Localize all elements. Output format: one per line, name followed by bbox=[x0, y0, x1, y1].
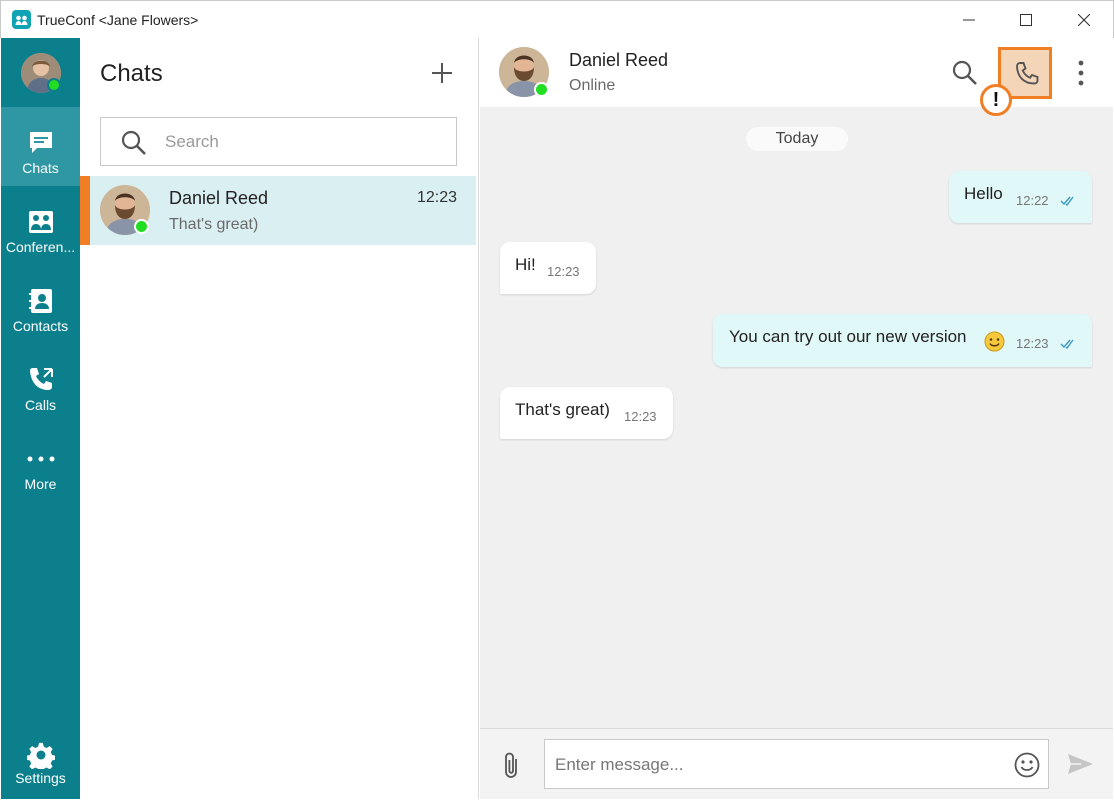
send-button[interactable] bbox=[1065, 749, 1095, 779]
message-composer bbox=[480, 728, 1113, 799]
message-input[interactable] bbox=[555, 753, 995, 777]
message-input-box[interactable] bbox=[544, 739, 1049, 789]
conversation-contact-name[interactable]: Daniel Reed bbox=[569, 50, 668, 71]
phone-calls-icon bbox=[27, 366, 55, 394]
selected-accent-bar bbox=[80, 176, 90, 245]
nav-item-contacts[interactable]: Contacts bbox=[1, 265, 80, 344]
message-time: 12:23 bbox=[624, 409, 657, 424]
message-bubble-incoming[interactable]: That's great) 12:23 bbox=[500, 387, 673, 439]
close-icon bbox=[1078, 14, 1090, 26]
more-options-button[interactable] bbox=[1074, 58, 1088, 88]
search-messages-button[interactable] bbox=[950, 58, 980, 88]
chat-list-item[interactable]: Daniel Reed 12:23 That's great) bbox=[80, 176, 476, 245]
message-text: You can try out our new version bbox=[729, 327, 967, 346]
message-bubble-incoming[interactable]: Hi! 12:23 bbox=[500, 242, 596, 294]
nav-item-calls[interactable]: Calls bbox=[1, 344, 80, 423]
search-icon bbox=[952, 60, 977, 85]
message-time: 12:23 bbox=[547, 264, 580, 279]
phone-icon bbox=[1016, 62, 1039, 85]
message-time: 12:22 bbox=[1016, 193, 1049, 208]
nav-item-label: Contacts bbox=[12, 318, 69, 334]
nav-item-more[interactable]: More bbox=[1, 423, 80, 502]
attach-file-button[interactable] bbox=[500, 751, 524, 781]
chat-list-title: Chats bbox=[100, 60, 163, 87]
nav-item-conferences[interactable]: Conferen... bbox=[1, 186, 80, 265]
smiley-icon bbox=[1014, 752, 1040, 778]
chat-list-panel: Chats Daniel Reed 12:23 That's great) bbox=[80, 38, 479, 799]
trueconf-logo-icon bbox=[12, 10, 31, 29]
user-online-indicator bbox=[47, 78, 61, 92]
close-window-button[interactable] bbox=[1055, 1, 1113, 39]
vertical-dots-icon bbox=[1078, 60, 1084, 86]
window-title: TrueConf <Jane Flowers> bbox=[37, 12, 199, 28]
attention-marker: ! bbox=[980, 84, 1012, 116]
chat-bubble-icon bbox=[27, 129, 55, 157]
date-separator: Today bbox=[746, 127, 848, 151]
plus-icon bbox=[432, 63, 452, 83]
message-text: That's great) bbox=[515, 400, 610, 419]
contact-online-indicator bbox=[534, 82, 549, 97]
conference-icon bbox=[27, 208, 55, 236]
message-text: Hello bbox=[964, 184, 1003, 203]
nav-item-label: Calls bbox=[24, 397, 57, 413]
send-icon bbox=[1068, 754, 1093, 774]
message-bubble-outgoing[interactable]: Hello 12:22 bbox=[949, 171, 1092, 223]
nav-item-label: More bbox=[24, 476, 57, 492]
nav-item-settings[interactable]: Settings bbox=[1, 735, 80, 795]
maximize-button[interactable] bbox=[997, 1, 1055, 39]
smiling-face-emoji-icon bbox=[984, 331, 1005, 352]
message-text: Hi! bbox=[515, 255, 536, 274]
navigation-rail: Chats Conferen... Contacts Calls More Se… bbox=[1, 38, 80, 799]
minimize-button[interactable] bbox=[940, 1, 998, 39]
chat-contact-name: Daniel Reed bbox=[169, 188, 269, 208]
title-bar: TrueConf <Jane Flowers> bbox=[0, 0, 1114, 38]
message-time: 12:23 bbox=[1016, 336, 1049, 351]
chat-search-box[interactable] bbox=[100, 117, 457, 166]
conversation-panel: Daniel Reed Online ! Today Hello 12:22 H… bbox=[480, 38, 1113, 799]
conversation-header: Daniel Reed Online ! bbox=[480, 38, 1113, 116]
nav-item-label: Chats bbox=[22, 160, 59, 176]
double-check-icon bbox=[1060, 339, 1074, 349]
contacts-book-icon bbox=[27, 287, 55, 315]
maximize-icon bbox=[1020, 14, 1032, 26]
paperclip-icon bbox=[505, 752, 517, 778]
more-dots-icon bbox=[27, 445, 55, 473]
nav-item-chats[interactable]: Chats bbox=[1, 107, 80, 186]
chat-last-time: 12:23 bbox=[417, 189, 458, 206]
message-bubble-outgoing[interactable]: You can try out our new version 12:23 bbox=[713, 314, 1092, 367]
contact-online-indicator bbox=[134, 219, 149, 234]
search-icon bbox=[121, 130, 146, 155]
chat-last-message: That's great) bbox=[169, 216, 259, 233]
emoji-button[interactable] bbox=[1013, 751, 1041, 779]
search-input[interactable] bbox=[165, 130, 445, 154]
double-check-icon bbox=[1060, 196, 1074, 206]
new-chat-button[interactable] bbox=[429, 60, 455, 86]
minimize-icon bbox=[963, 19, 975, 21]
nav-settings-label: Settings bbox=[15, 770, 66, 786]
contact-status: Online bbox=[569, 77, 616, 94]
nav-item-label: Conferen... bbox=[5, 239, 76, 255]
